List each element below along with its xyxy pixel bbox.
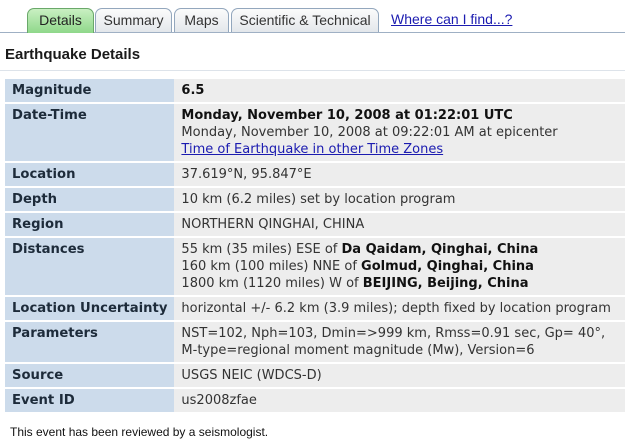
parameters-line: NST=102, Nph=103, Dmin=>999 km, Rmss=0.9… [181,326,606,341]
table-row: Magnitude 6.5 [5,79,625,102]
distances-value: 55 km (35 miles) ESE of Da Qaidam, Qingh… [174,238,625,295]
earthquake-details-table: Magnitude 6.5 Date-Time Monday, November… [5,77,625,414]
location-label: Location [5,163,175,186]
distance-line: 1800 km (1120 miles) W of BEIJING, Beiji… [181,276,529,291]
page-title: Earthquake Details [5,46,141,63]
datetime-utc: Monday, November 10, 2008 at 01:22:01 UT… [181,108,513,123]
parameters-value: NST=102, Nph=103, Dmin=>999 km, Rmss=0.9… [174,322,625,362]
table-row: Distances 55 km (35 miles) ESE of Da Qai… [5,238,625,295]
parameters-label: Parameters [5,322,175,362]
region-value: NORTHERN QINGHAI, CHINA [174,213,625,236]
source-value: USGS NEIC (WDCS-D) [174,364,625,387]
tab-scientific-technical[interactable]: Scientific & Technical [231,8,379,32]
tab-summary[interactable]: Summary [95,8,172,32]
event-id-value: us2008zfae [174,389,625,412]
table-row: Source USGS NEIC (WDCS-D) [5,364,625,387]
table-row: Parameters NST=102, Nph=103, Dmin=>999 k… [5,322,625,362]
table-row: Location 37.619°N, 95.847°E [5,163,625,186]
datetime-value: Monday, November 10, 2008 at 01:22:01 UT… [174,104,625,161]
event-id-label: Event ID [5,389,175,412]
other-time-zones-link[interactable]: Time of Earthquake in other Time Zones [181,142,443,157]
review-note: This event has been reviewed by a seismo… [10,425,269,439]
table-row: Event ID us2008zfae [5,389,625,412]
table-row: Location Uncertainty horizontal +/- 6.2 … [5,297,625,320]
where-can-i-find-link[interactable]: Where can I find...? [391,11,512,27]
datetime-local: Monday, November 10, 2008 at 09:22:01 AM… [181,125,558,140]
distances-label: Distances [5,238,175,295]
region-label: Region [5,213,175,236]
tab-details[interactable]: Details [27,8,94,33]
tab-maps[interactable]: Maps [174,8,229,32]
tab-bar: Details Summary Maps Scientific & Techni… [0,0,625,33]
distance-line: 160 km (100 miles) NNE of Golmud, Qingha… [181,259,534,274]
magnitude-label: Magnitude [5,79,175,102]
uncertainty-value: horizontal +/- 6.2 km (3.9 miles); depth… [174,297,625,320]
depth-value: 10 km (6.2 miles) set by location progra… [174,188,625,211]
uncertainty-label: Location Uncertainty [5,297,175,320]
table-row: Region NORTHERN QINGHAI, CHINA [5,213,625,236]
distance-line: 55 km (35 miles) ESE of Da Qaidam, Qingh… [181,242,539,257]
location-value: 37.619°N, 95.847°E [174,163,625,186]
parameters-line: M-type=regional moment magnitude (Mw), V… [181,343,535,358]
table-row: Depth 10 km (6.2 miles) set by location … [5,188,625,211]
magnitude-value: 6.5 [174,79,625,102]
table-row: Date-Time Monday, November 10, 2008 at 0… [5,104,625,161]
title-divider [0,70,625,71]
depth-label: Depth [5,188,175,211]
datetime-label: Date-Time [5,104,175,161]
source-label: Source [5,364,175,387]
